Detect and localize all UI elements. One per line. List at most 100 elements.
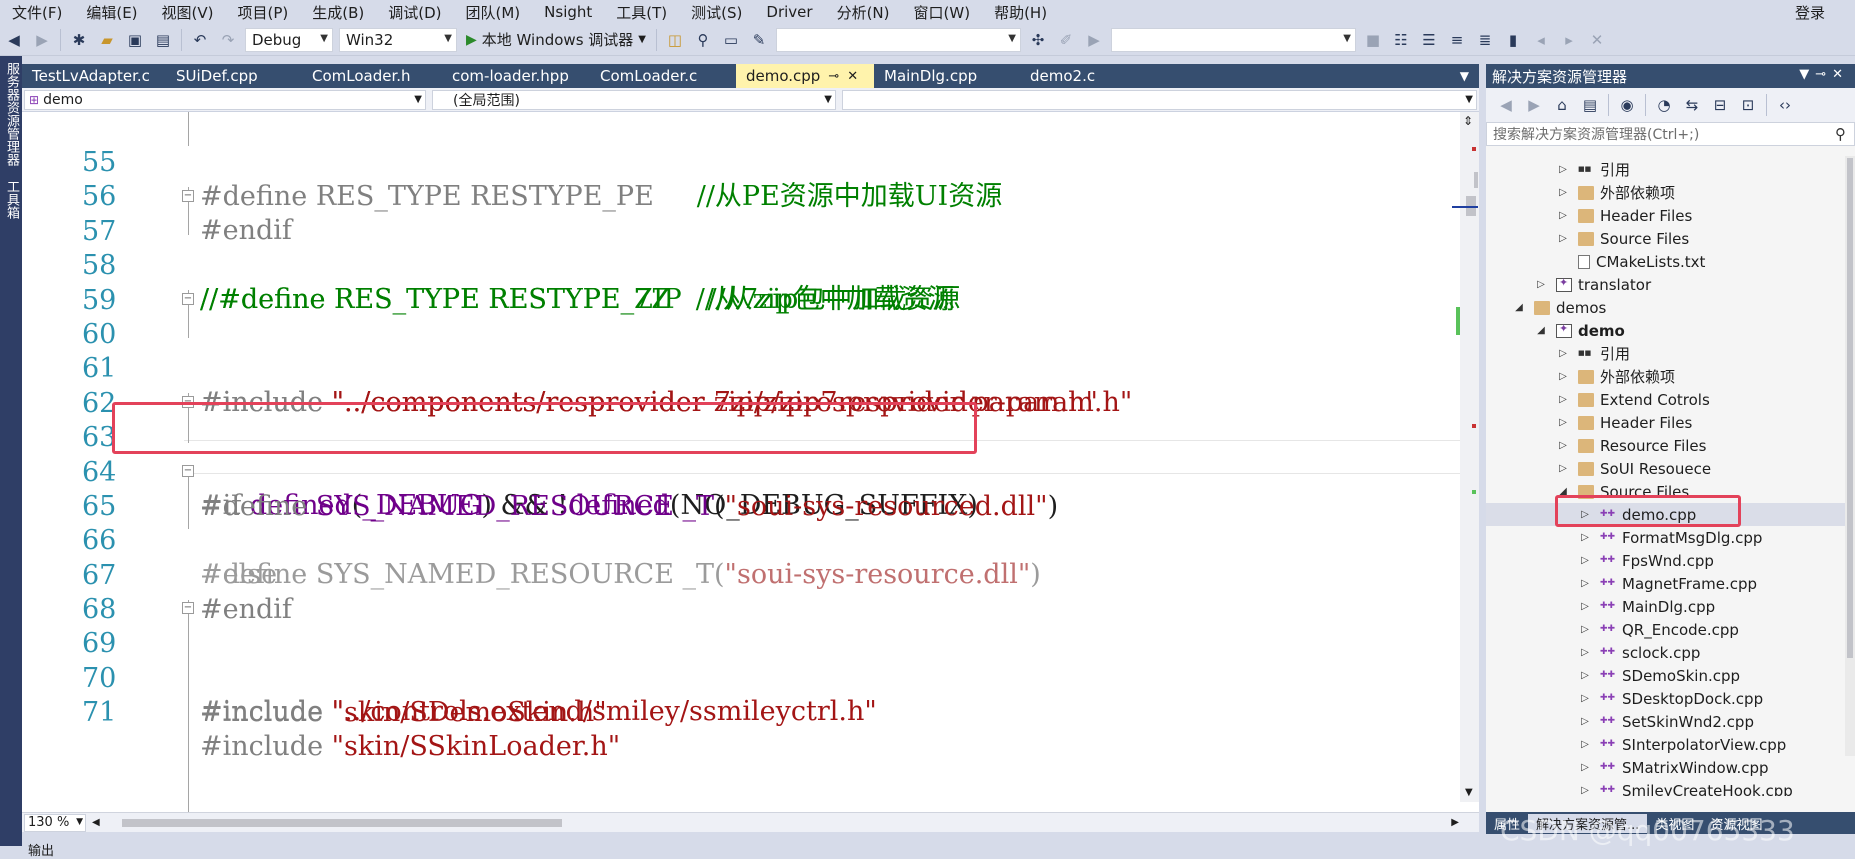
tree-item[interactable]: ▷ 引用 (1556, 342, 1630, 365)
expand-icon[interactable]: ▷ (1578, 624, 1592, 635)
attach-icon[interactable]: ✎ (748, 29, 770, 51)
search-combo[interactable]: ▼ (775, 27, 1021, 52)
align-icon[interactable]: ≡ (1446, 29, 1468, 51)
menu-window[interactable]: 窗口(W) (902, 2, 983, 23)
tab-overflow-icon[interactable]: ▼ (1450, 64, 1479, 88)
tree-item[interactable]: ▷ MainDlg.cpp (1578, 595, 1715, 618)
pin-icon[interactable]: ⊸ (1815, 67, 1832, 82)
target-combo[interactable]: ▼ (1110, 27, 1356, 52)
prev-bookmark-icon[interactable]: ◂ (1530, 29, 1552, 51)
layout-icon[interactable]: ☰ (1418, 29, 1440, 51)
expand-icon[interactable]: ▷ (1578, 555, 1592, 566)
browse-icon[interactable]: ◫ (664, 29, 686, 51)
expand-icon[interactable]: ▷ (1556, 417, 1570, 428)
pin-icon[interactable]: ⊸ (828, 69, 839, 84)
tab-testlvadapter[interactable]: TestLvAdapter.c (22, 64, 166, 88)
comment-icon[interactable]: ▭ (720, 29, 742, 51)
scroll-left-icon[interactable]: ◀ (92, 817, 100, 828)
expand-icon[interactable]: ▷ (1556, 348, 1570, 359)
tree-item[interactable]: ▷ FpsWnd.cpp (1578, 549, 1714, 572)
tree-item[interactable]: ▷ Extend Cotrols (1556, 388, 1710, 411)
code-editor[interactable]: 55 #define RES_TYPE RESTYPE_PE //从PE资源中加… (22, 112, 1479, 832)
pending-changes-icon[interactable]: ◔ (1653, 94, 1675, 116)
tab-com-loader-hpp[interactable]: com-loader.hpp (442, 64, 590, 88)
expand-icon[interactable]: ▷ (1578, 693, 1592, 704)
collapse-all-icon[interactable]: ⊟ (1709, 94, 1731, 116)
editor-vertical-scrollbar[interactable]: ⇕ ▼ (1452, 112, 1479, 802)
expand-icon[interactable]: ▷ (1578, 716, 1592, 727)
scroll-thumb[interactable] (1847, 158, 1853, 658)
menu-nsight[interactable]: Nsight (532, 3, 604, 21)
breakpoint-icon[interactable]: ✐ (1055, 29, 1077, 51)
start-debugging-button[interactable]: ▶ 本地 Windows 调试器 ▼ (466, 29, 646, 50)
expand-icon[interactable]: ▷ (1578, 532, 1592, 543)
refresh-icon[interactable]: ⇆ (1681, 94, 1703, 116)
expand-icon[interactable]: ▷ (1578, 739, 1592, 750)
tree-item[interactable]: ▷ Header Files (1556, 411, 1692, 434)
tree-item[interactable]: ▷ 外部依赖项 (1556, 181, 1675, 204)
menu-test[interactable]: 测试(S) (679, 2, 754, 23)
tab-demo-cpp[interactable]: demo.cpp ⊸ ✕ (736, 64, 874, 88)
expand-icon[interactable]: ▷ (1556, 187, 1570, 198)
tree-item[interactable]: ▷ SMatrixWindow.cpp (1578, 756, 1768, 779)
tree-item[interactable]: ▷ FormatMsgDlg.cpp (1578, 526, 1762, 549)
bookmark-icon[interactable]: ▮ (1502, 29, 1524, 51)
open-folder-icon[interactable]: ▰ (96, 29, 118, 51)
collapse-icon[interactable]: ◢ (1512, 302, 1526, 313)
tab-comloader-c[interactable]: ComLoader.c (590, 64, 736, 88)
find-icon[interactable]: ⚲ (692, 29, 714, 51)
expand-icon[interactable]: ▷ (1556, 463, 1570, 474)
diagram-icon[interactable]: ☷ (1390, 29, 1412, 51)
tree-item[interactable]: ◢ demos (1512, 296, 1606, 319)
step-icon[interactable]: ✣ (1027, 29, 1049, 51)
project-dropdown[interactable]: ⊞ demo ▼ (24, 90, 426, 110)
tab-maindlg[interactable]: MainDlg.cpp (874, 64, 1020, 88)
tree-item[interactable]: ▷ QR_Encode.cpp (1578, 618, 1739, 641)
tree-item[interactable]: ▷ SInterpolatorView.cpp (1578, 733, 1786, 756)
menu-debug[interactable]: 调试(D) (376, 2, 453, 23)
menu-view[interactable]: 视图(V) (150, 2, 226, 23)
tab-comloader-h[interactable]: ComLoader.h (302, 64, 442, 88)
save-all-icon[interactable]: ▤ (152, 29, 174, 51)
format-icon[interactable]: ≣ (1474, 29, 1496, 51)
tab-suidef[interactable]: SUiDef.cpp (166, 64, 302, 88)
expand-icon[interactable]: ▷ (1578, 601, 1592, 612)
solution-search-input[interactable]: 搜索解决方案资源管理器(Ctrl+;) ⚲ (1486, 122, 1855, 146)
home-icon[interactable]: ⌂ (1551, 94, 1573, 116)
member-dropdown[interactable]: ▼ (842, 90, 1477, 110)
new-project-icon[interactable]: ✱ (68, 29, 90, 51)
collapse-icon[interactable]: ◢ (1534, 325, 1548, 336)
forward-icon[interactable]: ▶ (31, 29, 53, 51)
tree-item[interactable]: ▷ SoUI Resouece (1556, 457, 1711, 480)
expand-icon[interactable]: ▷ (1578, 762, 1592, 773)
menu-team[interactable]: 团队(M) (454, 2, 533, 23)
tree-item[interactable]: ▷ 引用 (1556, 158, 1630, 181)
continue-icon[interactable]: ▶ (1083, 29, 1105, 51)
sync-icon[interactable]: ◉ (1616, 94, 1638, 116)
expand-icon[interactable]: ▷ (1578, 785, 1592, 796)
tree-item[interactable]: ▷ 外部依赖项 (1556, 365, 1675, 388)
back-icon[interactable]: ◀ (3, 29, 25, 51)
scroll-right-icon[interactable]: ▶ (1451, 817, 1459, 828)
close-icon[interactable]: ✕ (1832, 67, 1849, 82)
close-icon[interactable]: ✕ (847, 69, 858, 84)
menu-analyze[interactable]: 分析(N) (825, 2, 902, 23)
tree-item[interactable]: ▷ MagnetFrame.cpp (1578, 572, 1757, 595)
tree-item[interactable]: ◢ demo (1534, 319, 1625, 342)
expand-icon[interactable]: ▷ (1578, 647, 1592, 658)
menu-tools[interactable]: 工具(T) (604, 2, 679, 23)
horizontal-scrollbar-thumb[interactable] (122, 819, 562, 827)
tree-item[interactable]: ▷ Header Files (1556, 204, 1692, 227)
platform-dropdown[interactable]: Win32 ▼ (339, 27, 457, 52)
toolbox-tab[interactable]: 工具箱 (0, 166, 19, 219)
search-icon[interactable]: ⚲ (1835, 125, 1846, 143)
dropdown-icon[interactable]: ▼ (1799, 67, 1815, 82)
tree-vertical-scrollbar[interactable] (1845, 156, 1855, 756)
expand-icon[interactable]: ▷ (1556, 233, 1570, 244)
next-bookmark-icon[interactable]: ▸ (1558, 29, 1580, 51)
expand-icon[interactable]: ▷ (1556, 210, 1570, 221)
expand-icon[interactable]: ▷ (1578, 578, 1592, 589)
tree-item[interactable]: ▷ Resource Files (1556, 434, 1706, 457)
tree-item[interactable]: ▷ SmileyCreateHook.cpp (1578, 779, 1793, 797)
zoom-dropdown[interactable]: 130 % ▼ (24, 813, 86, 832)
